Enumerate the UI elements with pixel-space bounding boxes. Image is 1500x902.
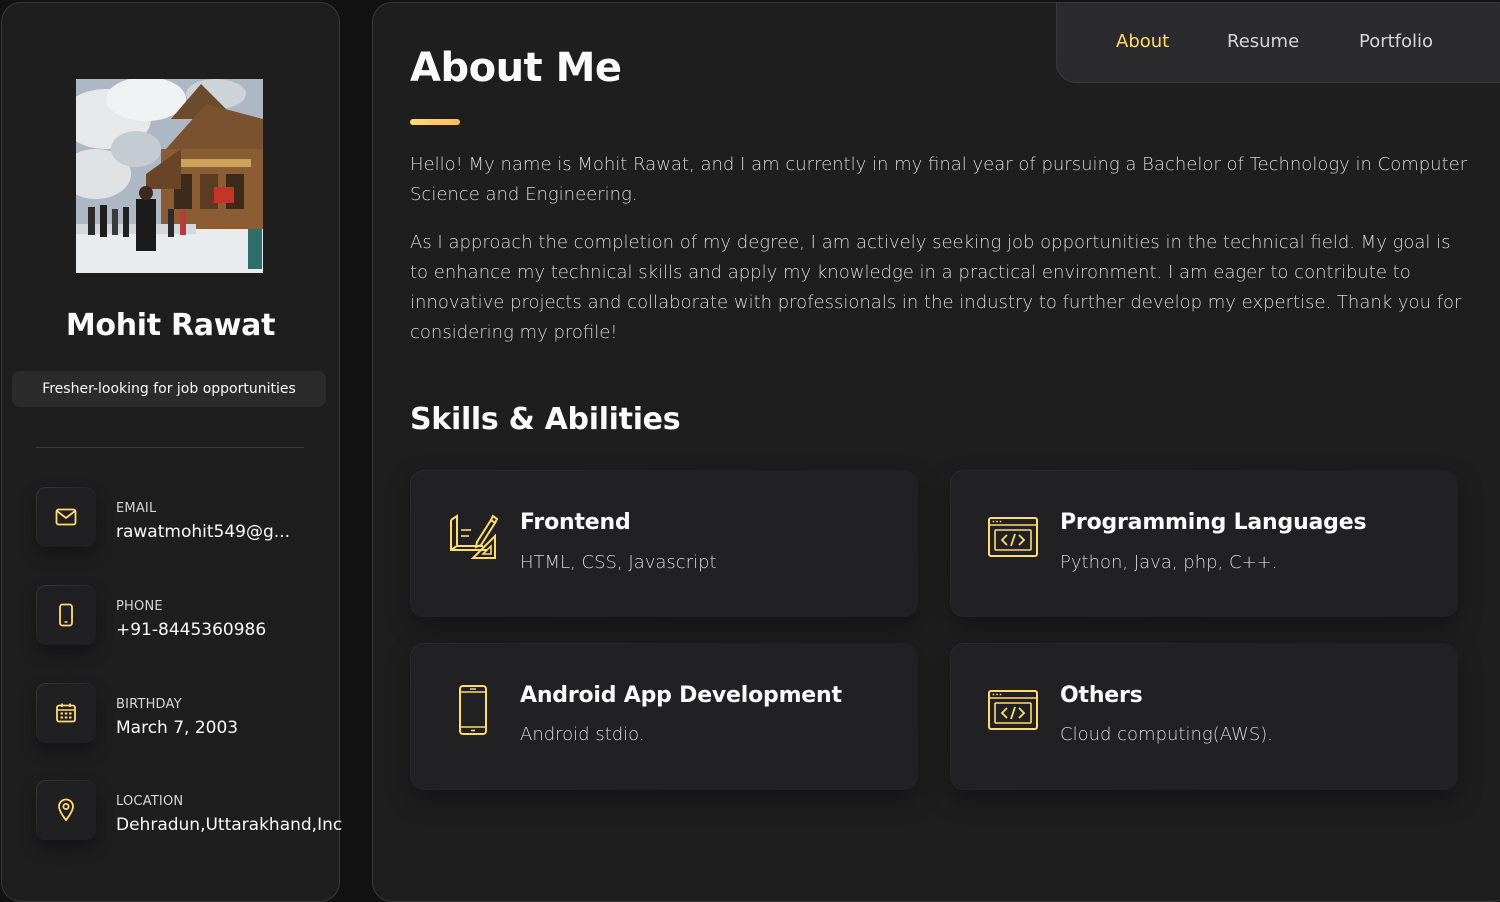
skill-card-others: Others Cloud computing(AWS). <box>950 643 1458 790</box>
design-icon <box>450 514 499 559</box>
contact-item-location: Location Dehradun,Uttarakhand,Inc <box>36 780 343 840</box>
page-title: About Me <box>410 45 622 91</box>
code-window-icon <box>988 517 1038 557</box>
contact-value-location: Dehradun,Uttarakhand,Inc <box>116 815 343 835</box>
about-paragraph-2: As I approach the completion of my degre… <box>410 232 1462 343</box>
profile-title-badge: Fresher-looking for job opportunities <box>12 371 326 407</box>
profile-name: Mohit Rawat <box>65 308 276 343</box>
skill-card-title: Others <box>1060 683 1143 708</box>
contact-value-phone[interactable]: +91-8445360986 <box>116 620 266 640</box>
skill-card-icon <box>986 510 1040 564</box>
nav-link-portfolio[interactable]: Portfolio <box>1359 31 1433 52</box>
nav-link-about[interactable]: About <box>1116 31 1169 52</box>
contact-icon-box <box>36 585 96 645</box>
navbar: About Resume Portfolio <box>1056 2 1500 83</box>
sidebar-separator <box>36 447 304 448</box>
skill-card-frontend: Frontend HTML, CSS, Javascript <box>410 470 918 617</box>
title-underline <box>410 119 460 125</box>
contact-value-email[interactable]: rawatmohit549@g... <box>116 522 290 542</box>
skill-card-icon <box>986 683 1040 737</box>
skill-card-text: Python, Java, php, C++. <box>1060 552 1278 573</box>
calendar-icon <box>56 703 76 723</box>
skill-card-text: Cloud computing(AWS). <box>1060 724 1274 745</box>
skill-card-text: Android stdio. <box>520 724 645 745</box>
contact-icon-box <box>36 780 96 840</box>
location-icon <box>58 798 74 822</box>
skill-card-icon <box>446 510 500 564</box>
contact-label-email: Email <box>116 501 157 516</box>
skills-section-title: Skills & Abilities <box>410 402 681 437</box>
nav-link-resume[interactable]: Resume <box>1227 31 1299 52</box>
skill-card-title: Programming Languages <box>1060 510 1367 535</box>
about-paragraph-1: Hello! My name is Mohit Rawat, and I am … <box>410 154 1468 205</box>
contact-icon-box <box>36 487 96 547</box>
code-window-icon <box>988 690 1038 730</box>
mail-icon <box>55 508 77 526</box>
skill-card-android: Android App Development Android stdio. <box>410 643 918 790</box>
skill-card-title: Frontend <box>520 510 631 535</box>
contact-icon-box <box>36 683 96 743</box>
contact-label-location: Location <box>116 794 184 809</box>
skill-card-text: HTML, CSS, Javascript <box>520 552 717 573</box>
avatar <box>76 79 263 273</box>
contact-item-email: Email rawatmohit549@g... <box>36 487 341 547</box>
skill-card-title: Android App Development <box>520 683 842 708</box>
skill-card-programming: Programming Languages Python, Java, php,… <box>950 470 1458 617</box>
skill-card-icon <box>446 683 500 737</box>
contact-item-birthday: Birthday March 7, 2003 <box>36 683 341 743</box>
contact-item-phone: Phone +91-8445360986 <box>36 585 341 645</box>
mobile-icon <box>459 685 487 735</box>
contact-label-birthday: Birthday <box>116 697 182 712</box>
phone-icon <box>59 603 73 627</box>
contact-label-phone: Phone <box>116 599 163 614</box>
contact-value-birthday: March 7, 2003 <box>116 718 239 738</box>
profile-photo <box>76 79 263 273</box>
sidebar: Mohit Rawat Fresher-looking for job oppo… <box>1 2 343 902</box>
